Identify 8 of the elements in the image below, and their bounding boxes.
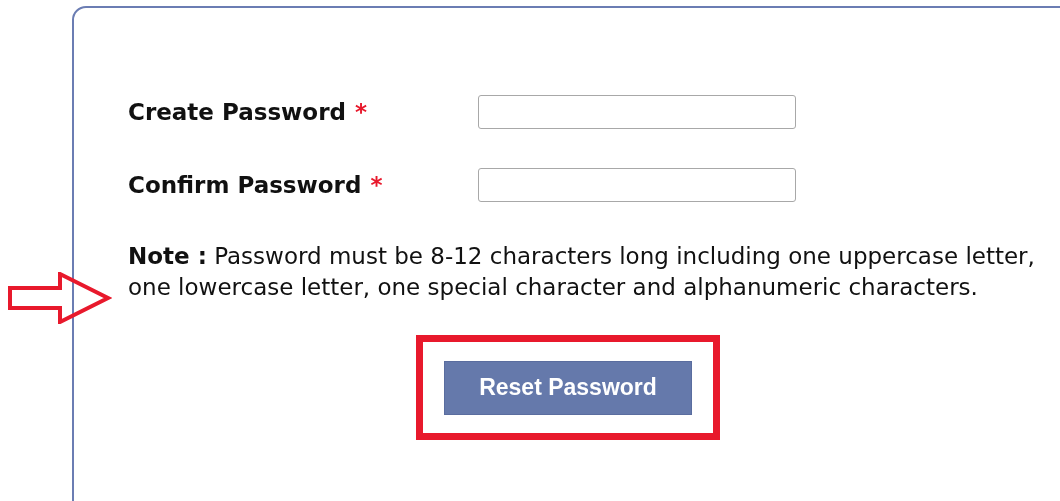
- required-mark: *: [354, 99, 367, 125]
- reset-password-button[interactable]: Reset Password: [444, 360, 692, 415]
- password-note: Note : Password must be 8-12 characters long including one uppercase letter, one lowercase letter, one special character and alphanumeric characters.: [128, 242, 1036, 302]
- field-label: Confirm Password: [128, 172, 362, 198]
- field-label: Create Password: [128, 99, 346, 125]
- password-field[interactable]: [478, 95, 796, 129]
- password-field[interactable]: [478, 168, 796, 202]
- required-mark: *: [370, 172, 383, 198]
